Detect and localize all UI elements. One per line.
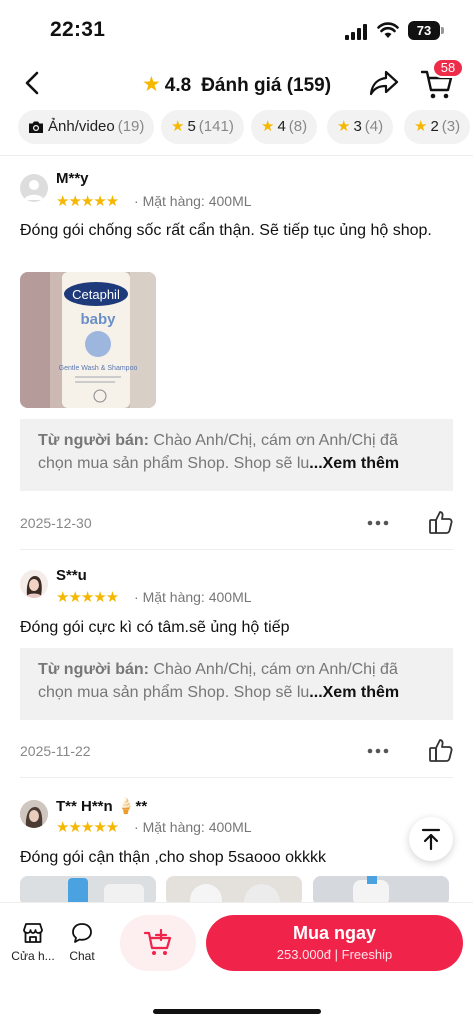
- camera-icon: [29, 121, 43, 133]
- filter-chip-4-star[interactable]: ★ 4 (8): [251, 110, 318, 144]
- more-options-icon[interactable]: [366, 747, 390, 755]
- avatar[interactable]: [20, 800, 48, 828]
- divider: [20, 549, 453, 550]
- like-icon[interactable]: [428, 737, 454, 763]
- filter-chip-count: (141): [198, 118, 234, 135]
- star-icon: ★: [261, 118, 275, 135]
- buy-now-label: Mua ngay: [292, 923, 376, 943]
- cart-count-badge: 58: [432, 58, 464, 78]
- filter-chip-label: 4: [277, 118, 286, 135]
- shop-button-label: Cửa h...: [11, 949, 55, 963]
- battery-tip: [441, 27, 444, 34]
- star-icon: ★: [414, 118, 428, 135]
- user-photo-avatar: [20, 800, 48, 828]
- default-avatar-icon: [24, 180, 44, 200]
- filter-chip-label: 5: [187, 118, 196, 135]
- review-stars: ★★★★★: [56, 589, 119, 606]
- status-time: 22:31: [50, 18, 106, 41]
- add-to-cart-button[interactable]: [120, 915, 196, 971]
- review-text: Đóng gói cực kì có tâm.sẽ ủng hộ tiếp: [20, 619, 290, 636]
- store-icon: [23, 923, 43, 943]
- filter-chip-label: 3: [353, 118, 362, 135]
- shipping-label: Freeship: [341, 947, 393, 962]
- review-variant: · Mặt hàng: 400ML: [134, 819, 252, 835]
- wifi-icon: [377, 22, 399, 38]
- review-variant: · Mặt hàng: 400ML: [134, 193, 252, 209]
- chat-bubble-icon: [72, 923, 92, 943]
- review-text: Đóng gói cận thận ,cho shop 5saooo okkkk: [20, 849, 326, 866]
- filter-chip-count: (19): [117, 118, 145, 135]
- scroll-to-top-button[interactable]: [409, 817, 453, 861]
- star-icon: ★: [337, 118, 351, 135]
- divider: [20, 777, 453, 778]
- star-icon: ★: [171, 118, 185, 135]
- buy-now-button[interactable]: Mua ngay 253.000đ | Freeship: [206, 915, 463, 971]
- variant-label: Mặt hàng: 400ML: [142, 193, 252, 209]
- average-rating: 4.8: [164, 75, 192, 96]
- home-indicator: [153, 1009, 321, 1014]
- header: ★ 4.8 Đánh giá (159) 58: [0, 58, 473, 108]
- review-stars: ★★★★★: [56, 819, 119, 836]
- filter-chip-label: 2: [430, 118, 439, 135]
- product-brand-text: Cetaphil: [72, 287, 120, 302]
- see-more-link[interactable]: ...Xem thêm: [309, 684, 399, 701]
- filter-chip-media[interactable]: Ảnh/video (19): [18, 110, 155, 144]
- seller-reply-prefix: Từ người bán:: [38, 432, 149, 449]
- avatar[interactable]: [20, 174, 48, 202]
- seller-reply-prefix: Từ người bán:: [38, 661, 149, 678]
- review-date: 2025-11-22: [20, 743, 91, 759]
- product-line-text: baby: [80, 311, 116, 328]
- filter-chip-label: Ảnh/video: [48, 118, 115, 135]
- seller-reply: Từ người bán: Chào Anh/Chị, cám ơn Anh/C…: [20, 419, 453, 491]
- review-date: 2025-12-30: [20, 515, 92, 531]
- reviewer-name: T** H**n 🍦**: [56, 798, 148, 815]
- divider: [0, 155, 473, 156]
- arrow-up-to-top-icon: [421, 828, 441, 851]
- avatar[interactable]: [20, 570, 48, 598]
- review-text: Đóng gói chống sốc rất cẩn thận. Sẽ tiếp…: [20, 222, 432, 239]
- chat-button-label: Chat: [69, 949, 95, 963]
- more-options-icon[interactable]: [366, 519, 390, 527]
- price: 253.000đ: [276, 947, 332, 962]
- review-photo[interactable]: Cetaphil baby Gentle Wash & Shampoo: [20, 272, 156, 408]
- product-name-text: Gentle Wash & Shampoo: [59, 365, 138, 372]
- variant-label: Mặt hàng: 400ML: [142, 819, 252, 835]
- add-to-cart-icon: [143, 928, 172, 955]
- bottom-action-bar: Cửa h... Chat Mua ngay 253.000đ | Freesh…: [0, 902, 473, 1024]
- rating-filters: Ảnh/video (19) ★ 5 (141) ★ 4 (8) ★ 3 (4) ★ 2 (3): [0, 110, 473, 146]
- cellular-signal-icon: [345, 24, 367, 40]
- page-title: ★ 4.8 Đánh giá (159): [0, 72, 473, 97]
- shop-button[interactable]: Cửa h...: [8, 921, 58, 963]
- battery-level: 73: [408, 21, 440, 40]
- product-photo-image: Cetaphil baby Gentle Wash & Shampoo: [20, 272, 156, 408]
- filter-chip-5-star[interactable]: ★ 5 (141): [161, 110, 244, 144]
- buy-now-subtitle: 253.000đ | Freeship: [276, 947, 393, 962]
- chat-button[interactable]: Chat: [57, 921, 107, 963]
- variant-label: Mặt hàng: 400ML: [142, 589, 252, 605]
- filter-chip-3-star[interactable]: ★ 3 (4): [327, 110, 394, 144]
- reviewer-name: S**u: [56, 567, 87, 584]
- review-stars: ★★★★★: [56, 193, 119, 210]
- filter-chip-count: (4): [364, 118, 384, 135]
- filter-chip-count: (8): [288, 118, 308, 135]
- user-photo-avatar: [20, 570, 48, 598]
- reviewer-name: M**y: [56, 170, 89, 187]
- see-more-link[interactable]: ...Xem thêm: [309, 455, 399, 472]
- review-variant: · Mặt hàng: 400ML: [134, 589, 252, 605]
- status-bar: 22:31 73: [0, 0, 473, 58]
- filter-chip-2-star[interactable]: ★ 2 (3): [404, 110, 471, 144]
- like-icon[interactable]: [428, 509, 454, 535]
- filter-chip-count: (3): [441, 118, 461, 135]
- seller-reply: Từ người bán: Chào Anh/Chị, cám ơn Anh/C…: [20, 648, 453, 720]
- star-icon: ★: [141, 73, 161, 96]
- reviews-title: Đánh giá (159): [201, 75, 332, 96]
- share-icon[interactable]: [368, 68, 400, 98]
